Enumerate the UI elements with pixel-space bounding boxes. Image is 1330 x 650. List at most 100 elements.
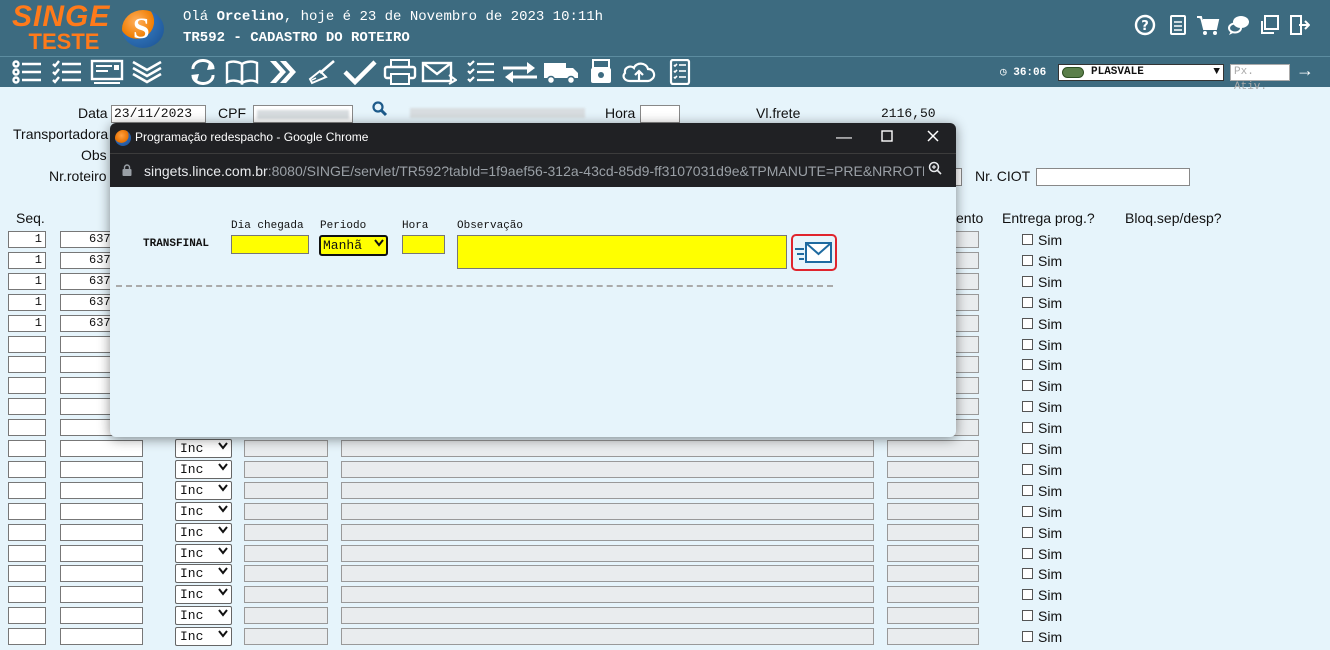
row-number-input[interactable]: [60, 524, 143, 541]
entrega-checkbox[interactable]: [1022, 318, 1033, 329]
mail-icon[interactable]: [421, 59, 458, 85]
row-number-input[interactable]: [60, 545, 143, 562]
row-seq-input[interactable]: 1: [8, 273, 46, 290]
px-ativ-input[interactable]: Px. Ativ.: [1230, 64, 1290, 93]
row-number-input[interactable]: [60, 482, 143, 499]
entrega-checkbox[interactable]: [1022, 297, 1033, 308]
refresh-icon[interactable]: [186, 59, 220, 85]
row-date-field[interactable]: [244, 440, 328, 457]
entrega-checkbox[interactable]: [1022, 485, 1033, 496]
row-type-select[interactable]: Inc: [175, 439, 232, 458]
row-type-select[interactable]: Inc: [175, 585, 232, 604]
row-date-field[interactable]: [244, 545, 328, 562]
row-payment-field[interactable]: [887, 524, 979, 541]
entrega-checkbox[interactable]: [1022, 339, 1033, 350]
entrega-checkbox[interactable]: [1022, 464, 1033, 475]
row-description-field[interactable]: [341, 545, 874, 562]
row-number-input[interactable]: [60, 503, 143, 520]
row-description-field[interactable]: [341, 524, 874, 541]
nrciot-input[interactable]: [1036, 168, 1190, 186]
row-number-input[interactable]: [60, 440, 143, 457]
broom-icon[interactable]: [305, 59, 339, 85]
row-date-field[interactable]: [244, 586, 328, 603]
row-description-field[interactable]: [341, 628, 874, 645]
row-description-field[interactable]: [341, 461, 874, 478]
fast-forward-icon[interactable]: [266, 59, 300, 85]
periodo-select[interactable]: Manhã: [319, 235, 388, 256]
chat-icon[interactable]: [1227, 14, 1251, 38]
row-seq-input[interactable]: [8, 524, 46, 541]
row-date-field[interactable]: [244, 524, 328, 541]
row-seq-input[interactable]: [8, 565, 46, 582]
cart-icon[interactable]: [1196, 14, 1220, 38]
entrega-checkbox[interactable]: [1022, 568, 1033, 579]
row-seq-input[interactable]: [8, 356, 46, 373]
book-icon[interactable]: [225, 59, 259, 86]
row-seq-input[interactable]: [8, 503, 46, 520]
row-type-select[interactable]: Inc: [175, 481, 232, 500]
print-icon[interactable]: [383, 59, 417, 85]
list-icon[interactable]: [10, 59, 44, 85]
row-description-field[interactable]: [341, 482, 874, 499]
row-seq-input[interactable]: 1: [8, 315, 46, 332]
row-type-select[interactable]: Inc: [175, 544, 232, 563]
row-date-field[interactable]: [244, 565, 328, 582]
entrega-checkbox[interactable]: [1022, 506, 1033, 517]
popup-address-bar[interactable]: singets.lince.com.br:8080/SINGE/servlet/…: [110, 153, 956, 187]
checklist-icon[interactable]: [50, 59, 84, 85]
row-payment-field[interactable]: [887, 628, 979, 645]
help-icon[interactable]: ?: [1133, 14, 1157, 38]
row-date-field[interactable]: [244, 628, 328, 645]
cpf-input[interactable]: [253, 105, 353, 123]
row-payment-field[interactable]: [887, 440, 979, 457]
row-type-select[interactable]: Inc: [175, 564, 232, 583]
row-seq-input[interactable]: [8, 377, 46, 394]
zoom-icon[interactable]: [928, 161, 942, 179]
row-payment-field[interactable]: [887, 545, 979, 562]
row-type-select[interactable]: Inc: [175, 627, 232, 646]
entrega-checkbox[interactable]: [1022, 255, 1033, 266]
row-seq-input[interactable]: 1: [8, 252, 46, 269]
entrega-checkbox[interactable]: [1022, 359, 1033, 370]
entrega-checkbox[interactable]: [1022, 527, 1033, 538]
row-date-field[interactable]: [244, 461, 328, 478]
arrow-right-icon[interactable]: →: [1296, 60, 1314, 81]
row-payment-field[interactable]: [887, 565, 979, 582]
row-seq-input[interactable]: [8, 586, 46, 603]
entrega-checkbox[interactable]: [1022, 401, 1033, 412]
entrega-checkbox[interactable]: [1022, 589, 1033, 600]
transfer-icon[interactable]: [501, 59, 537, 85]
row-date-field[interactable]: [244, 607, 328, 624]
document-icon[interactable]: [1166, 14, 1190, 38]
entrega-checkbox[interactable]: [1022, 380, 1033, 391]
row-seq-input[interactable]: [8, 482, 46, 499]
entrega-checkbox[interactable]: [1022, 234, 1033, 245]
search-icon[interactable]: [372, 101, 388, 122]
row-seq-input[interactable]: 1: [8, 294, 46, 311]
check-icon[interactable]: [343, 59, 377, 86]
row-payment-field[interactable]: [887, 503, 979, 520]
exit-icon[interactable]: [1287, 14, 1311, 38]
row-description-field[interactable]: [341, 586, 874, 603]
row-seq-input[interactable]: [8, 419, 46, 436]
entrega-checkbox[interactable]: [1022, 548, 1033, 559]
minimize-icon[interactable]: —: [832, 126, 856, 150]
close-icon[interactable]: [921, 126, 945, 150]
entrega-checkbox[interactable]: [1022, 610, 1033, 621]
row-description-field[interactable]: [341, 565, 874, 582]
printer-box-icon[interactable]: [584, 59, 618, 85]
screen-list-icon[interactable]: [90, 59, 124, 85]
row-number-input[interactable]: [60, 586, 143, 603]
row-description-field[interactable]: [341, 440, 874, 457]
row-seq-input[interactable]: [8, 398, 46, 415]
row-seq-input[interactable]: 1: [8, 231, 46, 248]
row-type-select[interactable]: Inc: [175, 523, 232, 542]
data-input[interactable]: 23/11/2023: [111, 105, 206, 123]
row-number-input[interactable]: [60, 607, 143, 624]
row-type-select[interactable]: Inc: [175, 502, 232, 521]
row-number-input[interactable]: [60, 461, 143, 478]
row-description-field[interactable]: [341, 607, 874, 624]
layers-icon[interactable]: [130, 59, 164, 85]
row-payment-field[interactable]: [887, 586, 979, 603]
row-seq-input[interactable]: [8, 628, 46, 645]
